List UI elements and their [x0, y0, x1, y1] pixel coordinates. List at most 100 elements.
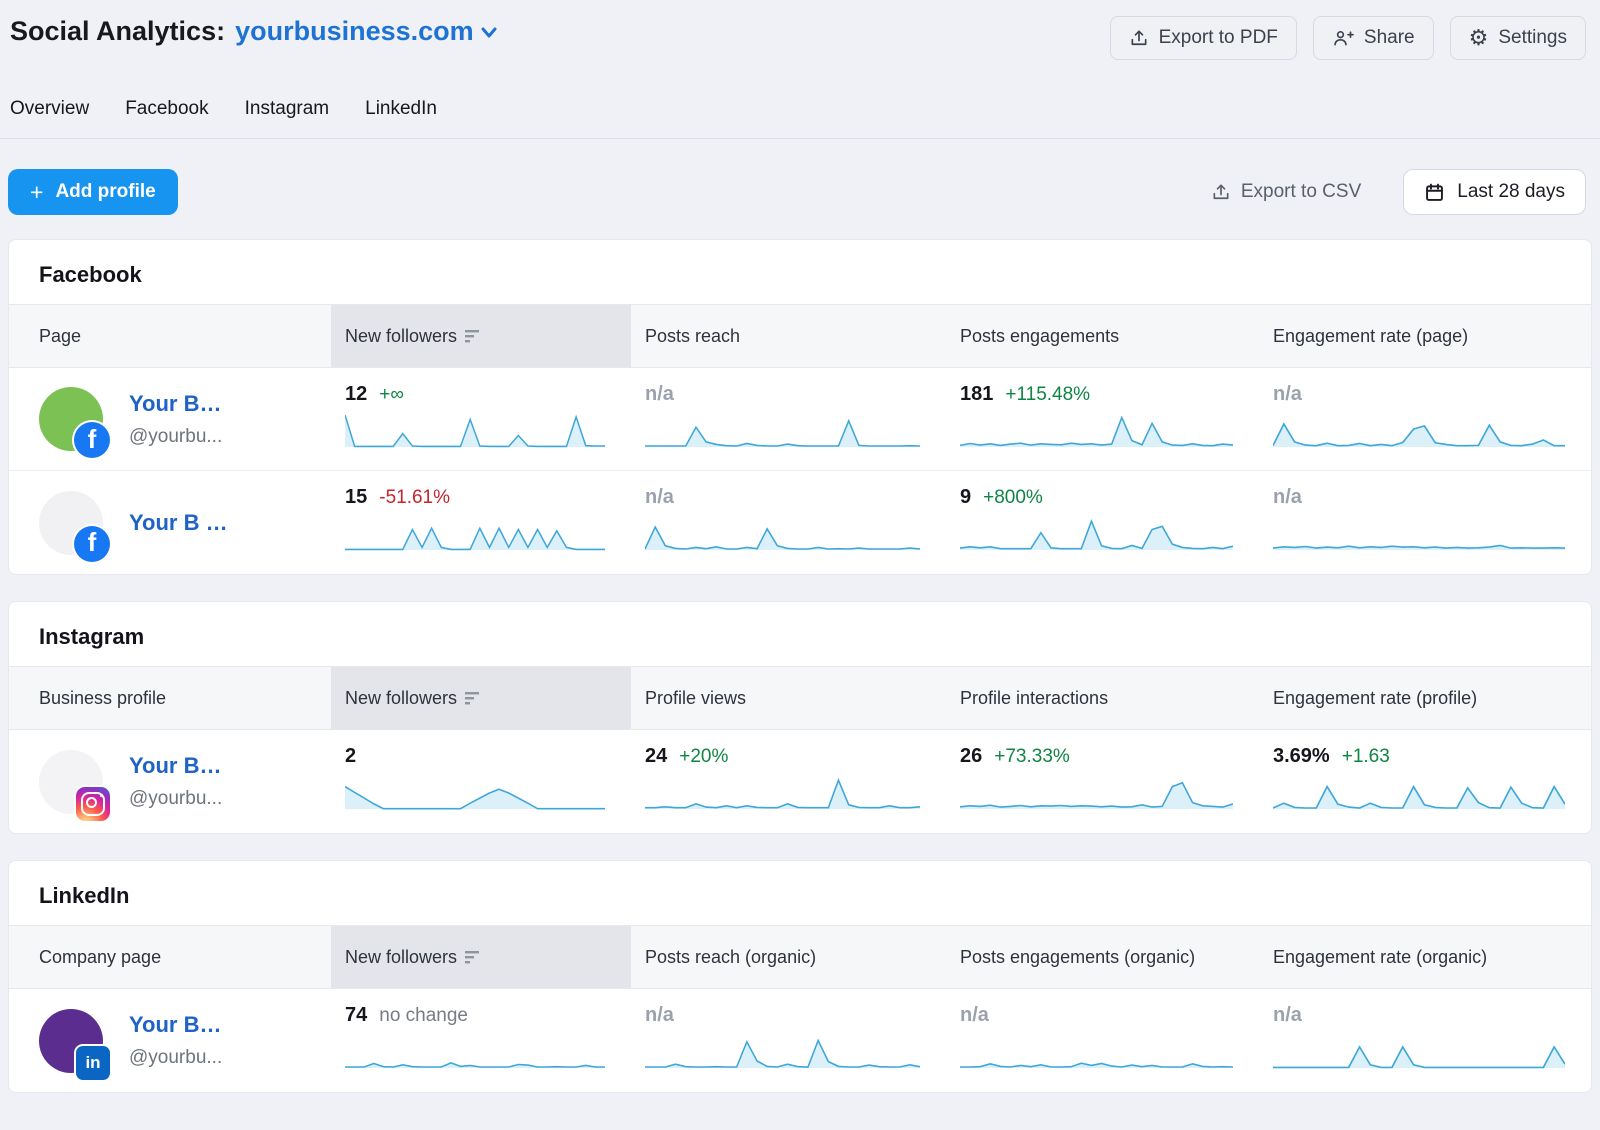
column-engagement-rate[interactable]: Engagement rate (page) — [1259, 305, 1591, 367]
profile-cell: f Your B… @yourbu... — [9, 368, 331, 470]
metric-posts-engagements: 9+800% — [946, 471, 1259, 574]
metric-value: 24 — [645, 745, 667, 768]
avatar[interactable] — [39, 750, 103, 814]
header-actions: Export to PDF Share ⚙ Settings — [1110, 16, 1586, 60]
metric-value: 12 — [345, 383, 367, 406]
metric-diff: +20% — [679, 746, 728, 768]
sparkline-chart — [345, 772, 605, 812]
column-engagement-rate-organic[interactable]: Engagement rate (organic) — [1259, 926, 1591, 988]
metric-value: n/a — [1273, 383, 1302, 406]
sort-descending-icon — [465, 330, 481, 343]
metric-posts-reach-organic: n/a — [631, 989, 946, 1092]
section-title: Instagram — [9, 602, 1591, 666]
metric-diff: no change — [379, 1005, 468, 1027]
linkedin-badge-icon: in — [76, 1046, 110, 1080]
profile-cell: Your B… @yourbu... — [9, 730, 331, 833]
profile-handle: @yourbu... — [129, 426, 222, 448]
column-company-page: Company page — [9, 926, 331, 988]
export-pdf-button[interactable]: Export to PDF — [1110, 16, 1297, 60]
metric-engagement-rate: n/a — [1259, 368, 1591, 470]
facebook-badge-icon: f — [74, 526, 110, 562]
sparkline-chart — [1273, 1031, 1565, 1071]
metric-value: 2 — [345, 745, 356, 768]
avatar[interactable]: in — [39, 1009, 103, 1073]
metric-value: n/a — [1273, 1004, 1302, 1027]
metric-value: n/a — [645, 1004, 674, 1027]
sparkline-chart — [1273, 513, 1565, 553]
upload-icon — [1129, 28, 1149, 48]
column-posts-reach-organic[interactable]: Posts reach (organic) — [631, 926, 946, 988]
sparkline-chart — [960, 772, 1233, 812]
profile-name-link[interactable]: Your B… — [129, 753, 222, 779]
metric-engagement-rate: n/a — [1259, 471, 1591, 574]
facebook-badge-icon: f — [74, 422, 110, 458]
add-profile-button[interactable]: + Add profile — [8, 169, 178, 215]
chevron-down-icon — [480, 25, 498, 39]
table-row: Your B… @yourbu... 2 24 +20% 26+73.33% 3.… — [9, 730, 1591, 833]
column-business-profile: Business profile — [9, 667, 331, 729]
section-title: LinkedIn — [9, 861, 1591, 925]
metric-profile-interactions: 26+73.33% — [946, 730, 1259, 833]
date-range-button[interactable]: Last 28 days — [1403, 169, 1586, 215]
person-plus-icon — [1332, 28, 1354, 48]
calendar-icon — [1424, 182, 1445, 203]
sparkline-chart — [1273, 772, 1565, 812]
column-profile-views[interactable]: Profile views — [631, 667, 946, 729]
metric-value: 3.69% — [1273, 745, 1330, 768]
page-header: Social Analytics: yourbusiness.com Expor… — [0, 0, 1600, 60]
metric-posts-reach: n/a — [631, 471, 946, 574]
metric-new-followers: 15-51.61% — [331, 471, 631, 574]
column-profile-interactions[interactable]: Profile interactions — [946, 667, 1259, 729]
page-title: Social Analytics: yourbusiness.com — [10, 16, 498, 47]
date-range-label: Last 28 days — [1457, 181, 1565, 203]
table-row: f Your B … 15-51.61% n/a 9+800% n/a — [9, 471, 1591, 574]
toolbar-right: Export to CSV Last 28 days — [1211, 169, 1586, 215]
profile-name-link[interactable]: Your B… — [129, 1012, 222, 1038]
column-new-followers[interactable]: New followers — [331, 305, 631, 367]
upload-icon — [1211, 182, 1231, 202]
share-button[interactable]: Share — [1313, 16, 1434, 60]
sparkline-chart — [345, 513, 605, 553]
sparkline-chart — [960, 1031, 1233, 1071]
tab-instagram[interactable]: Instagram — [245, 98, 329, 120]
sparkline-chart — [960, 513, 1233, 553]
column-new-followers[interactable]: New followers — [331, 667, 631, 729]
profile-name-link[interactable]: Your B… — [129, 391, 222, 417]
tab-overview[interactable]: Overview — [10, 98, 89, 120]
metric-value: n/a — [960, 1004, 989, 1027]
settings-button[interactable]: ⚙ Settings — [1450, 16, 1586, 60]
metric-value: 74 — [345, 1004, 367, 1027]
avatar[interactable]: f — [39, 491, 103, 555]
sparkline-chart — [960, 410, 1233, 450]
social-analytics-app: Social Analytics: yourbusiness.com Expor… — [0, 0, 1600, 1093]
instagram-badge-icon — [76, 787, 110, 821]
gear-icon: ⚙ — [1469, 27, 1489, 49]
sparkline-chart — [645, 513, 920, 553]
column-posts-reach[interactable]: Posts reach — [631, 305, 946, 367]
metric-profile-views: 24 +20% — [631, 730, 946, 833]
export-csv-button[interactable]: Export to CSV — [1211, 181, 1361, 203]
export-csv-label: Export to CSV — [1241, 181, 1361, 203]
sort-descending-icon — [465, 692, 481, 705]
metric-new-followers: 2 — [331, 730, 631, 833]
sort-descending-icon — [465, 951, 481, 964]
column-engagement-rate[interactable]: Engagement rate (profile) — [1259, 667, 1591, 729]
profile-name-link[interactable]: Your B … — [129, 510, 228, 536]
metric-diff: +800% — [983, 487, 1043, 509]
column-posts-engagements[interactable]: Posts engagements — [946, 305, 1259, 367]
page-title-label: Social Analytics: — [10, 16, 225, 47]
tab-linkedin[interactable]: LinkedIn — [365, 98, 437, 120]
table-row: f Your B… @yourbu... 12 +∞ n/a 181+115.48… — [9, 368, 1591, 471]
metric-diff: +∞ — [379, 384, 404, 406]
metric-diff: -51.61% — [379, 487, 450, 509]
avatar[interactable]: f — [39, 387, 103, 451]
metric-value: n/a — [645, 486, 674, 509]
sparkline-chart — [645, 410, 920, 450]
metric-posts-engagements: 181+115.48% — [946, 368, 1259, 470]
plus-icon: + — [30, 181, 43, 204]
project-selector[interactable]: yourbusiness.com — [235, 16, 498, 47]
column-posts-engagements-organic[interactable]: Posts engagements (organic) — [946, 926, 1259, 988]
tab-facebook[interactable]: Facebook — [125, 98, 208, 120]
column-new-followers[interactable]: New followers — [331, 926, 631, 988]
project-name: yourbusiness.com — [235, 16, 474, 47]
